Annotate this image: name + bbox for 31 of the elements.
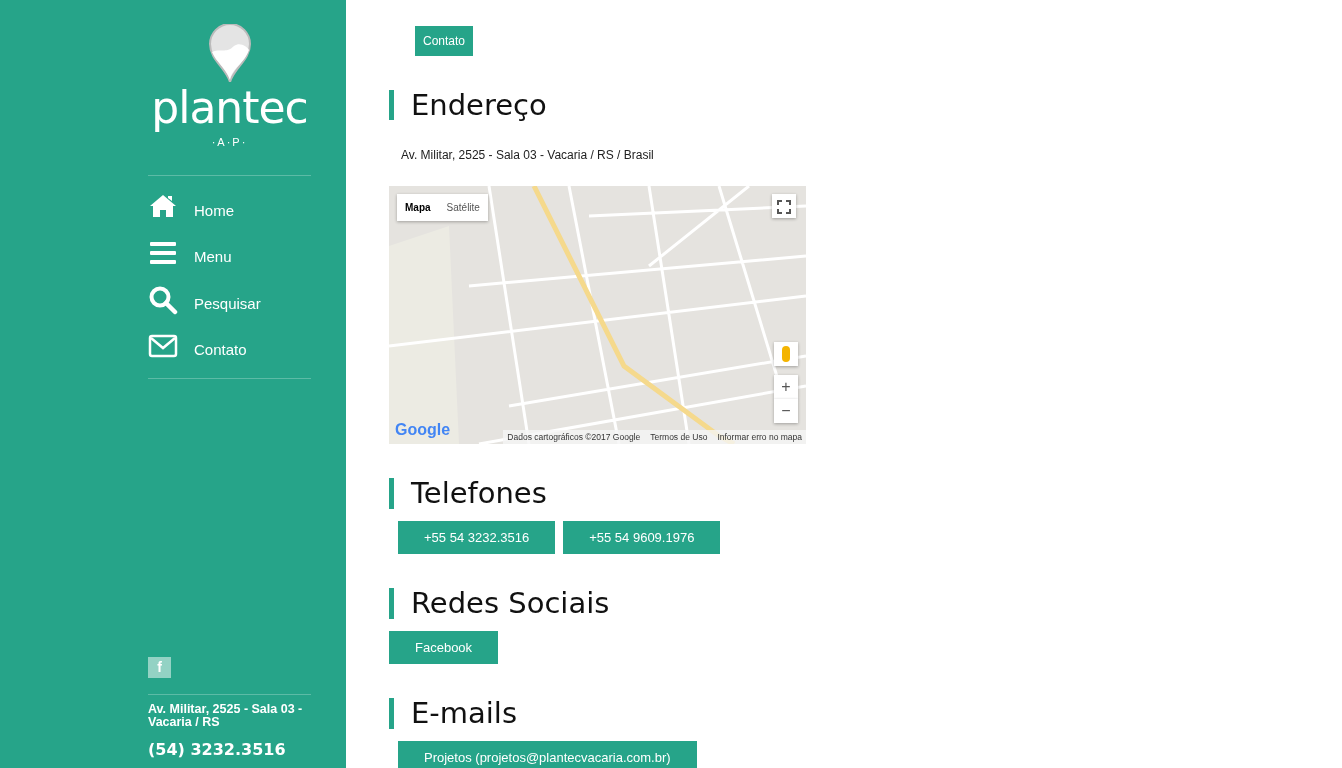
breadcrumb-button[interactable]: Contato bbox=[415, 26, 474, 56]
logo-text: plantec bbox=[151, 86, 308, 130]
contact-button[interactable]: +55 54 3232.3516 bbox=[398, 520, 556, 555]
nav-link[interactable]: Home bbox=[148, 183, 311, 230]
nav-link[interactable]: Menu bbox=[148, 230, 311, 277]
nav-link[interactable]: Contato bbox=[148, 323, 311, 370]
phone-text: (54) 3232.3516 bbox=[148, 739, 287, 761]
contact-button[interactable]: Projetos (projetos@plantecvacaria.com.br) bbox=[398, 740, 697, 768]
section-heading: Endereço bbox=[389, 90, 1342, 121]
social-link[interactable]: f bbox=[148, 656, 171, 678]
section-heading: E-mails bbox=[389, 698, 1342, 729]
attribution-text: Dados cartográficos ©2017 Google bbox=[507, 430, 641, 444]
zoom-out-button[interactable]: − bbox=[774, 399, 798, 424]
fullscreen-icon bbox=[777, 200, 791, 215]
section-heading: Redes Sociais bbox=[389, 588, 1342, 619]
search-icon bbox=[148, 284, 178, 315]
logo-tagline: ·A·P· bbox=[211, 135, 248, 150]
fullscreen-button[interactable] bbox=[772, 194, 796, 219]
zoom-in-button[interactable]: + bbox=[774, 375, 798, 400]
section-heading: Telefones bbox=[389, 478, 1342, 509]
map-type-tab[interactable]: Mapa bbox=[397, 194, 439, 222]
address-text: Av. Militar, 2525 - Sala 03 - Vacaria / RS bbox=[148, 702, 304, 730]
map-logo: Google bbox=[395, 420, 451, 441]
contact-button[interactable]: +55 54 9609.1976 bbox=[563, 520, 721, 555]
nav-link[interactable]: Pesquisar bbox=[148, 276, 311, 323]
map-pin-icon bbox=[207, 24, 252, 82]
map-link[interactable]: Informar erro no mapa bbox=[717, 430, 802, 444]
address-text: Av. Militar, 2525 - Sala 03 - Vacaria / RS / Brasil bbox=[401, 147, 655, 165]
map-link[interactable]: Termos de Uso bbox=[650, 430, 708, 444]
map-type-tab[interactable]: Satélite bbox=[438, 194, 488, 222]
contact-button[interactable]: Facebook bbox=[389, 630, 499, 665]
